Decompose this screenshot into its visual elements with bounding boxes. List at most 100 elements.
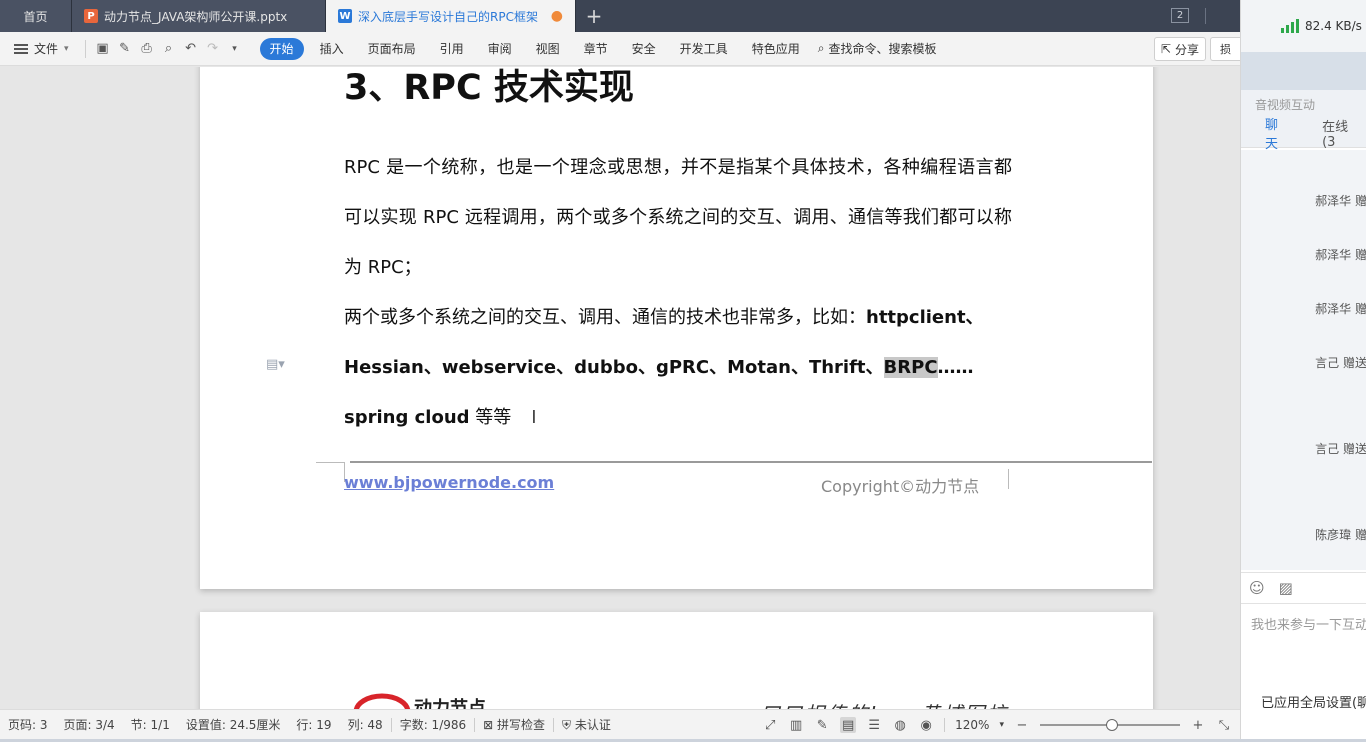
customize-dropdown-icon[interactable]: ▾ — [224, 38, 246, 60]
pen-icon[interactable]: ✎ — [814, 717, 830, 733]
ribbon-tab-start[interactable]: 开始 — [259, 37, 304, 60]
unsaved-dot-icon: ● — [550, 8, 563, 24]
header-slogan: 口口相传的Java黄埔军校 — [760, 698, 1008, 709]
new-tab-button[interactable]: + — [576, 0, 612, 32]
emoji-icon[interactable]: ☺ — [1249, 579, 1265, 597]
tab-home[interactable]: 首页 — [0, 0, 72, 32]
file-menu-label: 文件 — [34, 42, 59, 56]
margin-marker — [1008, 469, 1009, 489]
share-icon: ⇱ — [1160, 42, 1171, 56]
image-icon[interactable]: ▨ — [1279, 579, 1293, 597]
paragraph-marker-icon[interactable]: ▤▾ — [266, 357, 285, 372]
file-menu-button[interactable]: 文件 ▾ — [0, 40, 79, 57]
document-canvas[interactable]: 3、RPC 技术实现 RPC 是一个统称，也是一个理念或思想，并不是指某个具体技… — [0, 67, 1240, 709]
command-search[interactable]: ⌕ 查找命令、搜索模板 — [818, 40, 937, 57]
tab-rpc-label: 深入底层手写设计自己的RPC框架 — [358, 9, 538, 24]
redo-icon[interactable]: ↷ — [202, 38, 224, 60]
ribbon-toolbar: 文件 ▾ ▣ ✎ ⎙ ⌕ ↶ ↷ ▾ 开始 插入 页面布局 引用 审阅 视图 章… — [0, 32, 1240, 66]
live-chat-panel: 82.4 KB/s 音视频互动 聊天 在线(3 郝泽华 赠 郝泽华 赠 郝泽华 … — [1240, 0, 1366, 739]
footer-rule — [350, 461, 1152, 463]
zoom-slider-thumb[interactable] — [1106, 719, 1118, 731]
presentation-icon: P — [84, 9, 98, 23]
zoom-dropdown-icon[interactable]: ▾ — [999, 720, 1004, 730]
ribbon-tab-view[interactable]: 视图 — [524, 38, 572, 60]
chat-message: 言己 赠送 — [1315, 356, 1366, 370]
status-line[interactable]: 行: 19 — [288, 716, 339, 733]
menu-icon — [14, 43, 28, 54]
share-label: 分享 — [1174, 42, 1199, 57]
search-icon: ⌕ — [817, 41, 825, 55]
plus-icon: + — [585, 4, 603, 28]
tab-pptx-label: 动力节点_JAVA架构师公开课.pptx — [104, 9, 288, 24]
web-view-icon[interactable]: ◍ — [892, 717, 908, 733]
ribbon-tab-review[interactable]: 审阅 — [476, 38, 524, 60]
status-page-number[interactable]: 页码: 3 — [0, 716, 56, 733]
status-word-count[interactable]: 字数: 1/986 — [392, 716, 474, 733]
tab-online[interactable]: 在线(3 — [1298, 116, 1366, 150]
status-section[interactable]: 节: 1/1 — [123, 716, 178, 733]
chat-message: 陈彦瑋 赠 — [1315, 528, 1366, 542]
certification-status[interactable]: ⛨ 未认证 — [554, 716, 619, 733]
para2-suffix: 等等 — [469, 407, 512, 428]
tab-rpc-document[interactable]: W 深入底层手写设计自己的RPC框架 ● — [326, 0, 576, 32]
print-preview-icon[interactable]: ⌕ — [158, 38, 180, 60]
ribbon-tab-chapter[interactable]: 章节 — [572, 38, 620, 60]
toolbar-divider — [84, 39, 86, 58]
zoom-out-icon[interactable]: − — [1014, 717, 1030, 733]
chat-global-setting[interactable]: 已应用全局设置(聊 — [1261, 692, 1366, 711]
chat-tabs: 聊天 在线(3 — [1241, 116, 1366, 161]
eye-protection-icon[interactable]: ◉ — [918, 717, 934, 733]
fullscreen-icon[interactable]: ⤢ — [762, 717, 778, 733]
zoom-level[interactable]: 120% — [955, 718, 989, 732]
para2-prefix: 两个或多个系统之间的交互、调用、通信的技术也非常多，比如： — [344, 307, 866, 328]
status-divider — [944, 718, 946, 732]
paragraph-rpc-technologies: 两个或多个系统之间的交互、调用、通信的技术也非常多，比如：httpclient、… — [344, 293, 1012, 443]
chat-message: 郝泽华 赠 — [1315, 194, 1366, 208]
status-page-count[interactable]: 页面: 3/4 — [56, 716, 123, 733]
fit-page-icon[interactable]: ⤡ — [1216, 717, 1232, 733]
footer-link[interactable]: www.bjpowernode.com — [344, 473, 554, 492]
chat-message: 言己 赠送 — [1315, 442, 1366, 456]
spell-check-label: 拼写检查 — [497, 718, 546, 732]
zoom-in-icon[interactable]: + — [1190, 717, 1206, 733]
extra-toolbar-button[interactable]: 损 — [1210, 37, 1240, 61]
video-area — [1241, 52, 1366, 90]
undo-icon[interactable]: ↶ — [180, 38, 202, 60]
chat-input[interactable]: 我也来参与一下互动 — [1251, 614, 1366, 633]
ribbon-tab-page-layout[interactable]: 页面布局 — [356, 38, 428, 60]
status-column[interactable]: 列: 48 — [340, 716, 391, 733]
page-view-icon[interactable]: ▤ — [840, 717, 857, 733]
view-controls: ⤢ ▥ ✎ ▤ ☰ ◍ ◉ 120% ▾ − + ⤡ — [762, 710, 1240, 740]
chat-message: 郝泽华 赠 — [1315, 302, 1366, 316]
save-icon[interactable]: ▣ — [92, 38, 114, 60]
certification-label: 未认证 — [574, 718, 611, 732]
document-page[interactable]: 3、RPC 技术实现 RPC 是一个统称，也是一个理念或思想，并不是指某个具体技… — [200, 67, 1153, 589]
section-heading: 3、RPC 技术实现 — [344, 68, 634, 108]
ribbon-tab-references[interactable]: 引用 — [428, 38, 476, 60]
chat-message-list[interactable]: 郝泽华 赠 郝泽华 赠 郝泽华 赠 言己 赠送 言己 赠送 陈彦瑋 赠 — [1241, 150, 1366, 570]
signal-strength-icon — [1281, 19, 1299, 33]
tab-pptx-document[interactable]: P 动力节点_JAVA架构师公开课.pptx — [72, 0, 326, 32]
ribbon-tab-security[interactable]: 安全 — [620, 38, 668, 60]
outline-view-icon[interactable]: ☰ — [866, 717, 882, 733]
writer-icon: W — [338, 9, 352, 23]
spell-check-icon: ⊠ — [483, 718, 498, 732]
ribbon-tab-developer[interactable]: 开发工具 — [668, 38, 740, 60]
selected-text-brpc: BRPC — [883, 357, 938, 378]
shield-icon: ⛨ — [562, 718, 575, 732]
format-painter-icon[interactable]: ✎ — [114, 38, 136, 60]
document-page-next[interactable]: 动力节点 口口相传的Java黄埔军校 — [200, 612, 1153, 709]
window-count-badge[interactable]: 2 — [1171, 8, 1189, 23]
ribbon-tab-special[interactable]: 特色应用 — [740, 38, 812, 60]
print-icon[interactable]: ⎙ — [136, 38, 158, 60]
extra-label: 损 — [1220, 43, 1231, 56]
ribbon-tab-insert[interactable]: 插入 — [308, 38, 356, 60]
status-position[interactable]: 设置值: 24.5厘米 — [178, 716, 289, 733]
command-search-label: 查找命令、搜索模板 — [828, 42, 937, 56]
zoom-slider[interactable] — [1040, 719, 1180, 731]
reading-mode-icon[interactable]: ▥ — [788, 717, 804, 733]
margin-marker — [316, 462, 344, 463]
share-button[interactable]: ⇱ 分享 — [1153, 37, 1206, 61]
tab-chat[interactable]: 聊天 — [1241, 114, 1298, 161]
spell-check-toggle[interactable]: ⊠ 拼写检查 — [475, 716, 553, 733]
